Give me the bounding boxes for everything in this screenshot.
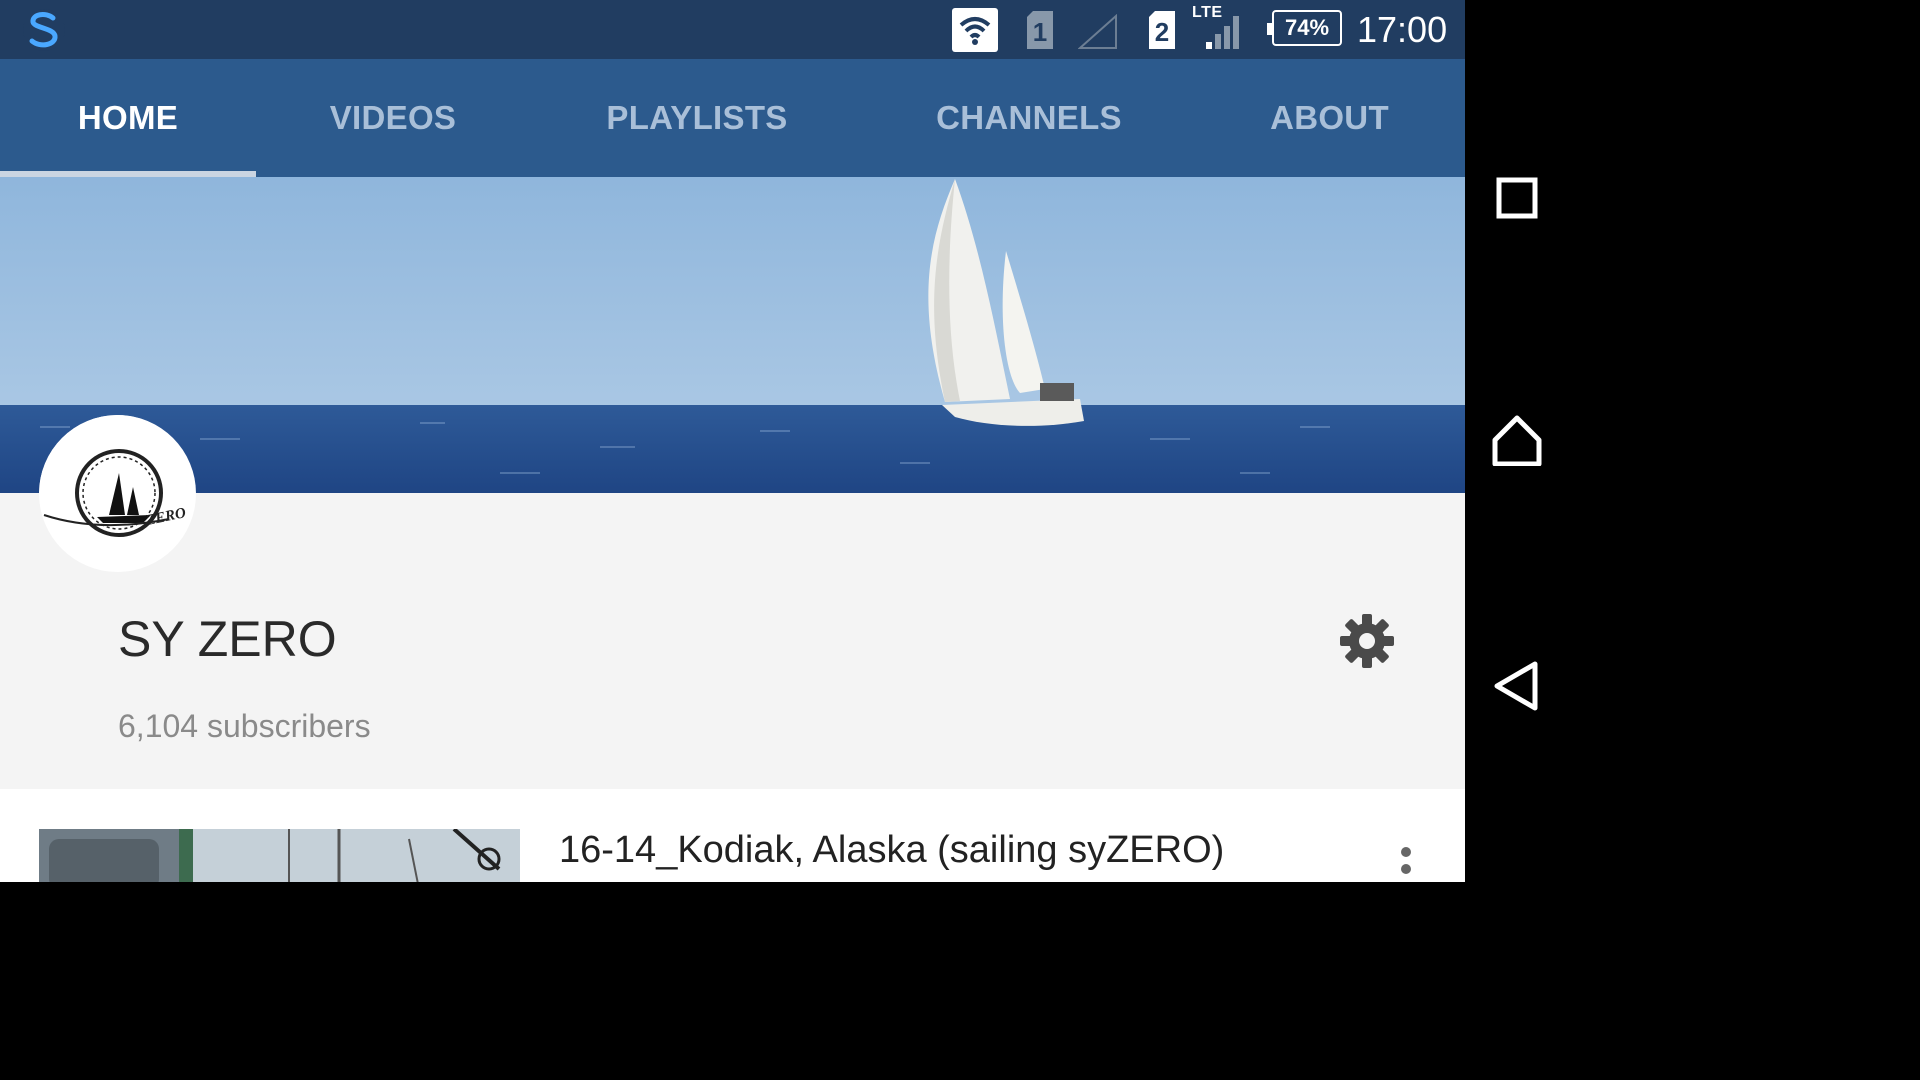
svg-text:1: 1: [1033, 17, 1047, 47]
subscriber-count: 6,104 subscribers: [118, 708, 371, 744]
channel-avatar[interactable]: ZERO: [39, 415, 196, 572]
clock: 17:00: [1357, 9, 1448, 50]
video-title[interactable]: 16-14_Kodiak, Alaska (sailing syZERO): [559, 829, 1224, 872]
settings-gear-icon[interactable]: [1340, 614, 1394, 668]
wifi-icon: [952, 8, 998, 52]
svg-text:2: 2: [1155, 17, 1169, 47]
youtube-channel-page: 1 2 LTE 74% 17:00 HOME VIDEOS PLAYLISTS …: [0, 0, 1465, 882]
home-icon[interactable]: [1491, 414, 1543, 466]
battery-level: 74%: [1284, 15, 1330, 40]
battery-icon: 74%: [1267, 10, 1342, 46]
tab-playlists[interactable]: PLAYLISTS: [530, 59, 864, 177]
status-bar: 1 2 LTE 74% 17:00: [0, 0, 1465, 59]
more-options-icon[interactable]: [1392, 845, 1420, 882]
tab-videos[interactable]: VIDEOS: [256, 59, 530, 177]
video-list: 16-14_Kodiak, Alaska (sailing syZERO): [0, 789, 1465, 882]
recent-apps-icon[interactable]: [1491, 172, 1543, 224]
android-nav-bar: [1465, 0, 1568, 882]
sim2-icon: 2: [1147, 9, 1177, 51]
signal-empty-icon: [1078, 14, 1117, 49]
channel-tabs: HOME VIDEOS PLAYLISTS CHANNELS ABOUT: [0, 59, 1465, 177]
signal-icon: [1206, 16, 1239, 49]
back-icon[interactable]: [1491, 660, 1543, 712]
tab-about[interactable]: ABOUT: [1194, 59, 1465, 177]
tab-home[interactable]: HOME: [0, 59, 256, 177]
sim1-icon: 1: [1025, 9, 1055, 51]
app-s-icon: [23, 9, 65, 51]
channel-banner: [0, 177, 1465, 493]
channel-name: SY ZERO: [118, 611, 337, 667]
tab-channels[interactable]: CHANNELS: [864, 59, 1194, 177]
video-thumbnail[interactable]: [39, 829, 520, 882]
